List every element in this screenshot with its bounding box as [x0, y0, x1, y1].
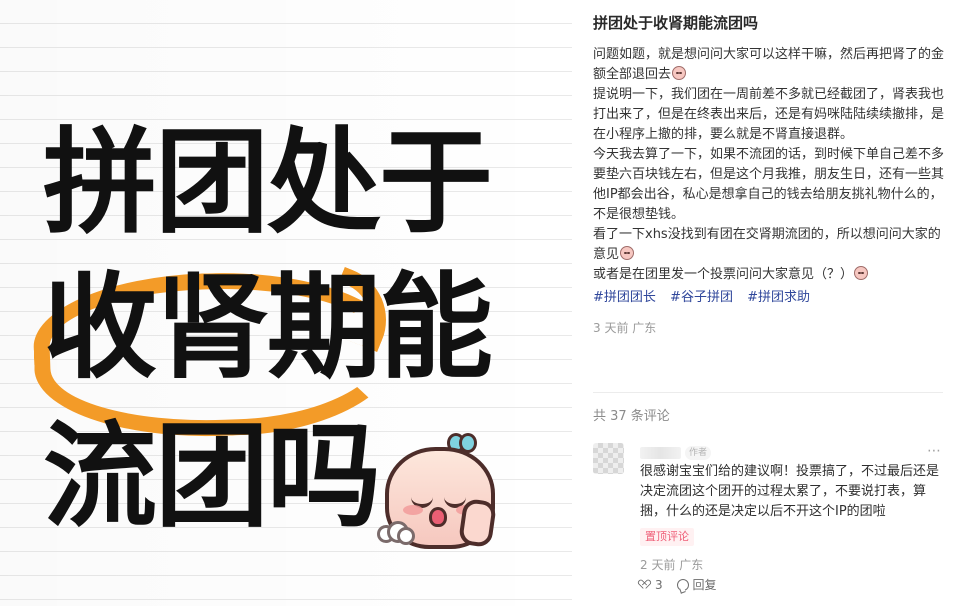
post-paragraph-4-text: 看了一下xhs没找到有团在交肾期流团的，所以想问问大家的意见 [593, 227, 941, 262]
comment-text: 很感谢宝宝们给的建议啊！投票搞了，不过最后还是决定流团这个团开的过程太累了，不要… [640, 464, 940, 519]
section-divider [593, 392, 943, 393]
post-paragraph-1: 问题如题，就是想问问大家可以这样干嘛，然后再把肾了的金额全部退回去 [593, 45, 950, 85]
post-title: 拼团处于收肾期能流团吗 [593, 14, 759, 32]
post-paragraph-3-text: 今天我去算了一下，如果不流团的话，到时候下单自己差不多要垫六百块钱左右，但是这个… [593, 147, 945, 222]
like-count: 3 [655, 578, 663, 592]
emoji-mouth [429, 507, 447, 527]
post-cover-image: 拼团处于 收肾期能 流团吗 [0, 0, 572, 606]
screen: 拼团处于 收肾期能 流团吗 拼团处于收肾期能流团吗 问题如题，就是想问问大家可以… [0, 0, 961, 606]
comment-meta: 2 天前 广东 [640, 558, 704, 572]
more-icon[interactable]: ⋯ [927, 442, 941, 460]
post-paragraph-2-text: 提说明一下，我们团在一周前差不多就已经截团了，肾表我也打出来了，但是在终表出来后… [593, 87, 945, 142]
tag-pintuan-leader[interactable]: #拼团团长 [593, 290, 656, 305]
comment-actions: 3 回复 [640, 576, 727, 594]
post-paragraph-1-text: 问题如题，就是想问问大家可以这样干嘛，然后再把肾了的金额全部退回去 [593, 47, 945, 82]
post-paragraph-2: 提说明一下，我们团在一周前差不多就已经截团了，肾表我也打出来了，但是在终表出来后… [593, 85, 950, 145]
post-paragraph-5: 或者是在团里发一个投票问问大家意见（？） [593, 265, 950, 285]
sick-face-icon [377, 423, 502, 556]
post-paragraph-4: 看了一下xhs没找到有团在交肾期流团的，所以想问问大家的意见 [593, 225, 950, 265]
comment-username[interactable] [640, 447, 681, 459]
reply-button[interactable]: 回复 [677, 576, 716, 594]
emoji-hand [457, 497, 498, 549]
like-button[interactable]: 3 [640, 576, 663, 594]
cover-line-3: 流团吗 [43, 410, 381, 543]
tag-pintuan-help[interactable]: #拼团求助 [747, 290, 810, 305]
author-badge: 作者 [685, 446, 712, 460]
emoji-icon [620, 246, 635, 260]
avatar[interactable] [593, 443, 624, 474]
steam-icon [377, 519, 415, 546]
pinned-comment-badge: 置顶评论 [640, 528, 694, 546]
emoji-left-cheek [403, 505, 423, 515]
post-paragraph-3: 今天我去算了一下，如果不流团的话，到时候下单自己差不多要垫六百块钱左右，但是这个… [593, 145, 950, 225]
emoji-icon [854, 266, 869, 280]
post-body: 问题如题，就是想问问大家可以这样干嘛，然后再把肾了的金额全部退回去 提说明一下，… [593, 45, 950, 285]
post-meta: 3 天前 广东 [593, 321, 657, 335]
comment-header: 作者 ⋯ [640, 442, 943, 462]
post-paragraph-5-text: 或者是在团里发一个投票问问大家意见（？） [593, 267, 854, 282]
post-details-panel: 拼团处于收肾期能流团吗 问题如题，就是想问问大家可以这样干嘛，然后再把肾了的金额… [572, 0, 961, 606]
tag-guzi-pintuan[interactable]: #谷子拼团 [670, 290, 733, 305]
reply-icon [677, 579, 690, 591]
post-tags: #拼团团长 #谷子拼团 #拼团求助 [593, 288, 950, 308]
post-content: 拼团处于收肾期能流团吗 问题如题，就是想问问大家可以这样干嘛，然后再把肾了的金额… [593, 13, 950, 336]
emoji-icon [672, 66, 687, 80]
cover-line-1: 拼团处于 [43, 116, 493, 249]
cover-line-2: 收肾期能 [43, 261, 493, 394]
reply-label: 回复 [692, 578, 717, 592]
comments-count: 共 37 条评论 [593, 409, 670, 424]
heart-icon [640, 579, 652, 591]
